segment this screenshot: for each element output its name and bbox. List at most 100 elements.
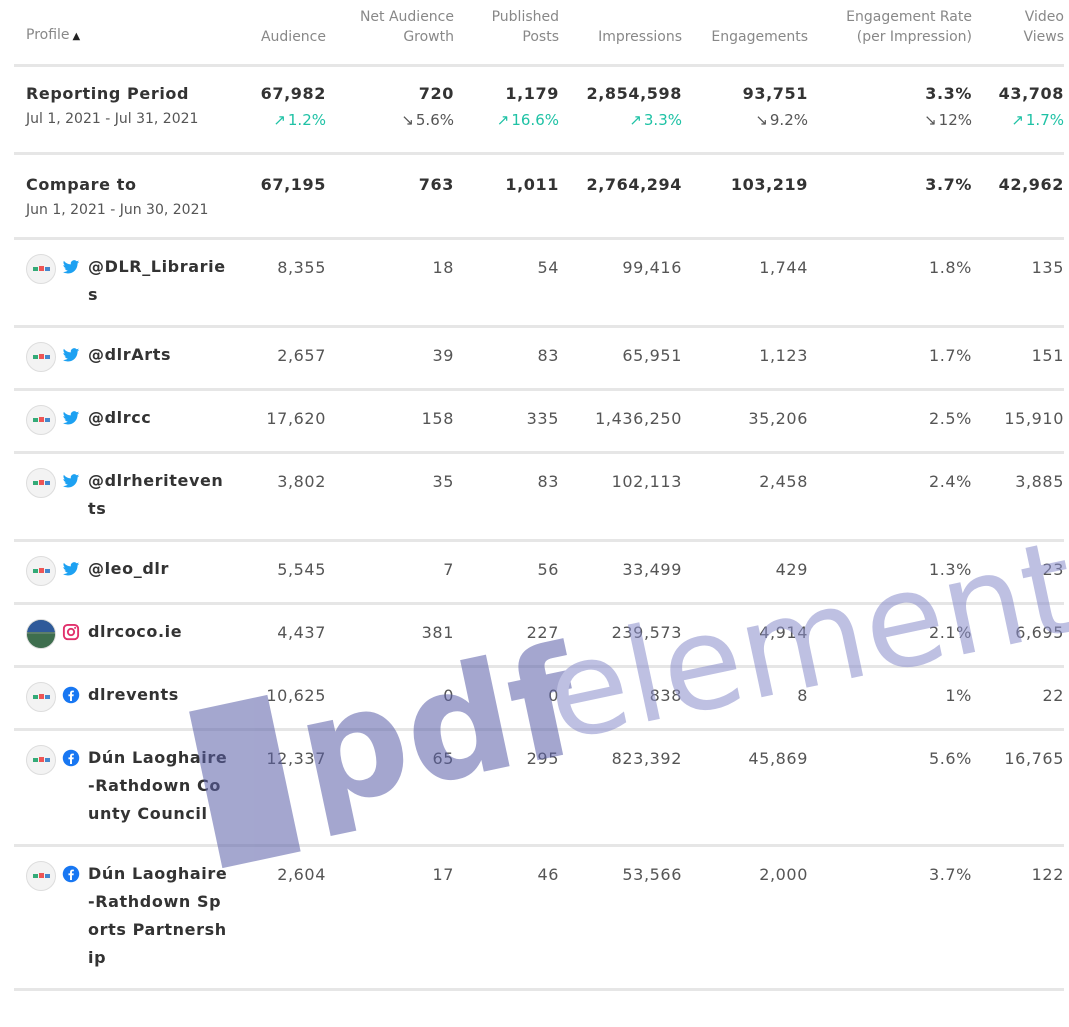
profile-cell[interactable]: @dlrheritevents <box>14 452 240 542</box>
compare-period-cell: Compare to Jun 1, 2021 - Jun 30, 2021 <box>14 153 240 240</box>
col-header-audience[interactable]: Audience <box>240 0 326 67</box>
profile-name[interactable]: Dún Laoghaire-Rathdown County Council <box>88 744 228 828</box>
col-header-impressions[interactable]: Impressions <box>559 0 682 67</box>
compare-engagements-cell: 103,219 <box>682 153 808 240</box>
trend-down-icon: ↘ <box>401 111 414 129</box>
profile-cell[interactable]: @DLR_Libraries <box>14 238 240 328</box>
profile-video-cell: 122 <box>972 845 1064 991</box>
profile-row[interactable]: @dlrcc 17,620 158 335 1,436,250 35,206 2.5% 15,… <box>14 389 1064 454</box>
profile-audience-cell: 8,355 <box>240 238 326 328</box>
profile-rate-cell: 2.1% <box>808 603 972 668</box>
profile-row[interactable]: @DLR_Libraries 8,355 18 54 99,416 1,744 1.8% 13… <box>14 238 1064 328</box>
profile-posts: 0 <box>548 686 559 705</box>
compare-video: 42,962 <box>998 175 1064 194</box>
reporting-growth-change-value: 5.6% <box>415 111 454 129</box>
profile-impressions-cell: 102,113 <box>559 452 682 542</box>
reporting-posts-change: ↗ 16.6% <box>454 111 559 129</box>
reporting-period-title: Reporting Period <box>26 84 190 103</box>
trend-up-icon: ↗ <box>1011 111 1024 129</box>
avatar <box>26 342 56 372</box>
profile-growth: 0 <box>443 686 454 705</box>
profile-row[interactable]: @leo_dlr 5,545 7 56 33,499 429 1.3% 23 <box>14 540 1064 605</box>
profile-growth: 158 <box>421 409 454 428</box>
profile-row[interactable]: dlrcoco.ie 4,437 381 227 239,573 4,914 2.1% 6,6… <box>14 603 1064 668</box>
col-header-published-posts[interactable]: Published Posts <box>454 0 559 67</box>
col-header-engagements-label: Engagements <box>711 29 808 45</box>
profile-engagements: 8 <box>797 686 808 705</box>
profile-cell[interactable]: @dlrcc <box>14 389 240 454</box>
profile-video: 122 <box>1031 865 1064 884</box>
profile-name[interactable]: Dún Laoghaire-Rathdown Sports Partnershi… <box>88 860 228 972</box>
profile-growth-cell: 7 <box>326 540 454 605</box>
profile-posts-cell: 46 <box>454 845 559 991</box>
reporting-posts-cell: 1,179 ↗ 16.6% <box>454 65 559 155</box>
reporting-posts-change-value: 16.6% <box>511 111 559 129</box>
profile-name[interactable]: @DLR_Libraries <box>88 253 228 309</box>
profile-video-cell: 151 <box>972 326 1064 391</box>
profile-cell[interactable]: Dún Laoghaire-Rathdown County Council <box>14 729 240 847</box>
profile-engagements: 35,206 <box>748 409 808 428</box>
profile-posts: 295 <box>526 749 559 768</box>
reporting-growth: 720 <box>418 84 454 103</box>
profile-impressions-cell: 838 <box>559 666 682 731</box>
profile-row[interactable]: Dún Laoghaire-Rathdown Sports Partnershi… <box>14 845 1064 991</box>
reporting-impressions-change: ↗ 3.3% <box>559 111 682 129</box>
profile-posts-cell: 0 <box>454 666 559 731</box>
profile-row[interactable]: Dún Laoghaire-Rathdown County Council 12,… <box>14 729 1064 847</box>
instagram-icon <box>62 623 80 641</box>
profile-growth-cell: 0 <box>326 666 454 731</box>
col-header-net-growth-line1: Net Audience <box>359 9 454 25</box>
profile-name[interactable]: @dlrheritevents <box>88 467 228 523</box>
profile-engagements-cell: 35,206 <box>682 389 808 454</box>
compare-audience-cell: 67,195 <box>240 153 326 240</box>
profile-row[interactable]: @dlrArts 2,657 39 83 65,951 1,123 1.7% 151 <box>14 326 1064 391</box>
compare-impressions: 2,764,294 <box>586 175 682 194</box>
col-header-profile[interactable]: Profile ▲ <box>14 0 240 67</box>
profile-name[interactable]: @dlrcc <box>88 404 228 432</box>
compare-period-title: Compare to <box>26 175 137 194</box>
profile-posts-cell: 295 <box>454 729 559 847</box>
twitter-icon <box>62 411 80 425</box>
profile-engagements-cell: 2,458 <box>682 452 808 542</box>
profile-cell[interactable]: Dún Laoghaire-Rathdown Sports Partnershi… <box>14 845 240 991</box>
profile-row[interactable]: dlrevents 10,625 0 0 838 8 1% 22 <box>14 666 1064 731</box>
profile-growth: 18 <box>432 258 454 277</box>
profile-engagements-cell: 429 <box>682 540 808 605</box>
profile-video-cell: 15,910 <box>972 389 1064 454</box>
reporting-audience-cell: 67,982 ↗ 1.2% <box>240 65 326 155</box>
profile-name[interactable]: @leo_dlr <box>88 555 228 583</box>
reporting-impressions-cell: 2,854,598 ↗ 3.3% <box>559 65 682 155</box>
profile-posts: 83 <box>537 472 559 491</box>
reporting-period-dates: Jul 1, 2021 - Jul 31, 2021 <box>26 111 199 127</box>
profile-name[interactable]: dlrevents <box>88 681 228 709</box>
profile-rate-cell: 1.7% <box>808 326 972 391</box>
col-header-rate-line2: (per Impression) <box>856 29 972 45</box>
profile-name[interactable]: @dlrArts <box>88 341 228 369</box>
reporting-posts: 1,179 <box>505 84 559 103</box>
col-header-rate-line1: Engagement Rate <box>846 9 972 25</box>
facebook-icon <box>62 749 80 767</box>
col-header-net-growth[interactable]: Net Audience Growth <box>326 0 454 67</box>
profile-cell[interactable]: @leo_dlr <box>14 540 240 605</box>
profile-cell[interactable]: dlrevents <box>14 666 240 731</box>
reporting-impressions-change-value: 3.3% <box>643 111 682 129</box>
reporting-rate-change: ↘ 12% <box>808 111 972 129</box>
profile-name[interactable]: dlrcoco.ie <box>88 618 228 646</box>
col-header-published-line2: Posts <box>522 29 559 45</box>
profile-posts: 83 <box>537 346 559 365</box>
profile-audience-cell: 17,620 <box>240 389 326 454</box>
col-header-engagements[interactable]: Engagements <box>682 0 808 67</box>
profile-impressions-cell: 33,499 <box>559 540 682 605</box>
profile-growth: 381 <box>421 623 454 642</box>
col-header-engagement-rate[interactable]: Engagement Rate (per Impression) <box>808 0 972 67</box>
reporting-period-row: Reporting Period Jul 1, 2021 - Jul 31, 20… <box>14 65 1064 155</box>
profile-audience-cell: 4,437 <box>240 603 326 668</box>
profile-cell[interactable]: @dlrArts <box>14 326 240 391</box>
profile-posts: 46 <box>537 865 559 884</box>
profile-cell[interactable]: dlrcoco.ie <box>14 603 240 668</box>
profile-row[interactable]: @dlrheritevents 3,802 35 83 102,113 2,458 2.4%… <box>14 452 1064 542</box>
col-header-video-views[interactable]: Video Views <box>972 0 1064 67</box>
profile-engagements: 1,123 <box>759 346 808 365</box>
profile-posts-cell: 54 <box>454 238 559 328</box>
profile-growth-cell: 17 <box>326 845 454 991</box>
